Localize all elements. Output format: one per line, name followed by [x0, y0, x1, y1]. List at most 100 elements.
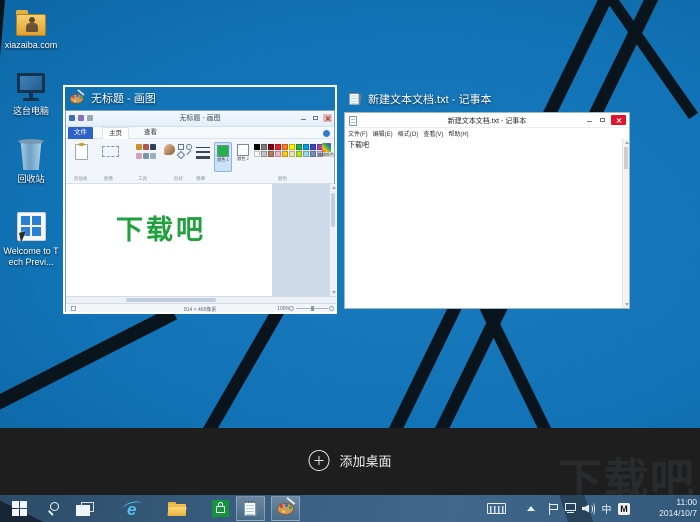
paste-icon	[75, 144, 88, 160]
search-icon	[47, 501, 63, 517]
task-view-button[interactable]	[72, 495, 98, 522]
desktop-icon-xiazaiba[interactable]: xiazaiba.com	[2, 4, 60, 51]
help-icon	[323, 130, 330, 137]
notepad-app-icon	[348, 92, 362, 106]
palette-color	[254, 144, 260, 150]
paint-status-bar: 814 × 460像素 100%	[66, 303, 336, 312]
minimize-icon	[585, 116, 594, 124]
palette-color	[261, 144, 267, 150]
clock[interactable]: 11:00 2014/10/7	[637, 495, 697, 522]
desktop-icon-label: 回收站	[2, 174, 60, 185]
desktop-icon-label: 这台电脑	[2, 106, 60, 117]
action-center-button[interactable]	[546, 495, 562, 522]
desktop-icon-welcome[interactable]: Welcome to Tech Previ...	[2, 210, 60, 268]
keyboard-icon	[487, 503, 506, 514]
chevron-up-icon	[527, 506, 535, 511]
paint-window-title: 无标题 - 画图	[66, 113, 334, 123]
network-icon	[564, 503, 578, 515]
vertical-scrollbar	[622, 139, 629, 308]
minimize-icon	[299, 114, 308, 122]
paint-view-tab: 查看	[138, 127, 163, 139]
canvas-size-icon	[71, 306, 76, 311]
paint-ribbon: 颜色 1 颜色 2 编辑颜色 剪贴板 图像 工具 形状 粗细 颜色	[66, 139, 334, 184]
clock-date: 2014/10/7	[637, 508, 697, 519]
vertical-scrollbar	[329, 184, 336, 296]
paint-workspace-background	[272, 184, 329, 296]
internet-explorer-button[interactable]: e	[118, 495, 148, 522]
windows-logo-icon	[12, 501, 28, 517]
maximize-icon	[598, 116, 607, 124]
notepad-taskbar-button[interactable]	[236, 496, 265, 521]
desktop-icon-this-pc[interactable]: 这台电脑	[2, 70, 60, 117]
internet-explorer-icon: e	[123, 500, 143, 518]
palette-color	[275, 144, 281, 150]
file-explorer-button[interactable]	[162, 495, 192, 522]
recycle-bin-icon	[13, 138, 49, 172]
color1-swatch	[217, 145, 229, 157]
notepad-titlebar: 新建文本文档.txt - 记事本	[345, 113, 629, 128]
palette-color	[254, 151, 260, 157]
touch-keyboard-button[interactable]	[484, 495, 508, 522]
palette-color	[289, 151, 295, 157]
notepad-thumbnail-title: 新建文本文档.txt - 记事本	[368, 91, 491, 107]
paint-thumbnail-header: 无标题 - 画图	[65, 87, 335, 109]
palette-color	[261, 151, 267, 157]
paint-canvas: 下载吧	[66, 184, 336, 296]
close-icon	[323, 114, 332, 122]
flag-icon	[549, 503, 559, 515]
clock-time: 11:00	[637, 497, 697, 508]
show-hidden-icons-button[interactable]	[523, 495, 539, 522]
paint-taskbar-button[interactable]	[271, 496, 300, 521]
group-label: 剪贴板	[74, 176, 88, 182]
palette-color	[303, 144, 309, 150]
start-button[interactable]	[4, 495, 36, 522]
notepad-window-preview: 新建文本文档.txt - 记事本 文件(F)编辑(E)格式(O)查看(V)帮助(…	[344, 112, 630, 309]
search-button[interactable]	[42, 495, 68, 522]
group-label: 工具	[138, 176, 147, 182]
zoom-in-icon	[329, 306, 334, 311]
notepad-content: 下载吧	[348, 140, 369, 150]
add-desktop-label: 添加桌面	[339, 451, 391, 470]
shapes-icon	[178, 144, 194, 159]
ime-mode-button[interactable]: 中	[599, 495, 614, 522]
paint-window-preview: 无标题 - 画图 文件 主页 查看	[65, 110, 335, 312]
edit-colors-icon	[322, 143, 331, 152]
palette-color	[282, 144, 288, 150]
task-view-notepad-thumbnail[interactable]: 新建文本文档.txt - 记事本 新建文本文档.txt - 记事本 文件(F)编…	[344, 88, 632, 310]
notepad-window-controls	[585, 115, 626, 125]
paint-ribbon-tabs: 文件 主页 查看	[66, 127, 334, 139]
notepad-thumbnail-header: 新建文本文档.txt - 记事本	[344, 88, 632, 110]
volume-button[interactable]	[580, 495, 597, 522]
size-icon	[196, 147, 212, 162]
paint-thumbnail-title: 无标题 - 画图	[91, 90, 156, 106]
maximize-icon	[311, 114, 320, 122]
palette-color	[268, 151, 274, 157]
close-icon	[611, 115, 626, 125]
ime-language-button[interactable]: M	[616, 495, 632, 522]
paint-file-tab: 文件	[68, 127, 93, 139]
color-palette-row1	[254, 144, 323, 150]
network-button[interactable]	[562, 495, 580, 522]
menu-item: 查看(V)	[423, 129, 443, 138]
palette-color	[296, 144, 302, 150]
add-desktop-button[interactable]: 添加桌面	[308, 450, 391, 471]
zoom-slider-knob	[311, 306, 314, 311]
task-view-bottom-bar: 下载吧 添加桌面	[0, 428, 700, 495]
windows-task-view-screen: xiazaiba.com 这台电脑 回收站 Welcome to Tech Pr…	[0, 0, 700, 522]
notepad-menubar: 文件(F)编辑(E)格式(O)查看(V)帮助(H)	[345, 128, 629, 139]
menu-item: 格式(O)	[398, 129, 419, 138]
menu-item: 编辑(E)	[373, 129, 393, 138]
desktop-icon-recycle-bin[interactable]: 回收站	[2, 138, 60, 185]
computer-icon	[13, 70, 49, 104]
task-view-icon	[76, 502, 94, 516]
task-view-paint-thumbnail[interactable]: 无标题 - 画图 无标题 - 画图 文件 主页 查看	[63, 85, 337, 314]
store-button[interactable]	[205, 495, 235, 522]
group-label: 粗细	[196, 176, 205, 182]
palette-color	[282, 151, 288, 157]
color1-button: 颜色 1	[214, 142, 232, 172]
desktop-icon-label: xiazaiba.com	[4, 40, 58, 51]
folder-icon	[168, 502, 186, 516]
store-icon	[212, 500, 229, 517]
edit-colors-button: 编辑颜色	[318, 143, 334, 158]
plus-circle-icon	[308, 450, 329, 471]
